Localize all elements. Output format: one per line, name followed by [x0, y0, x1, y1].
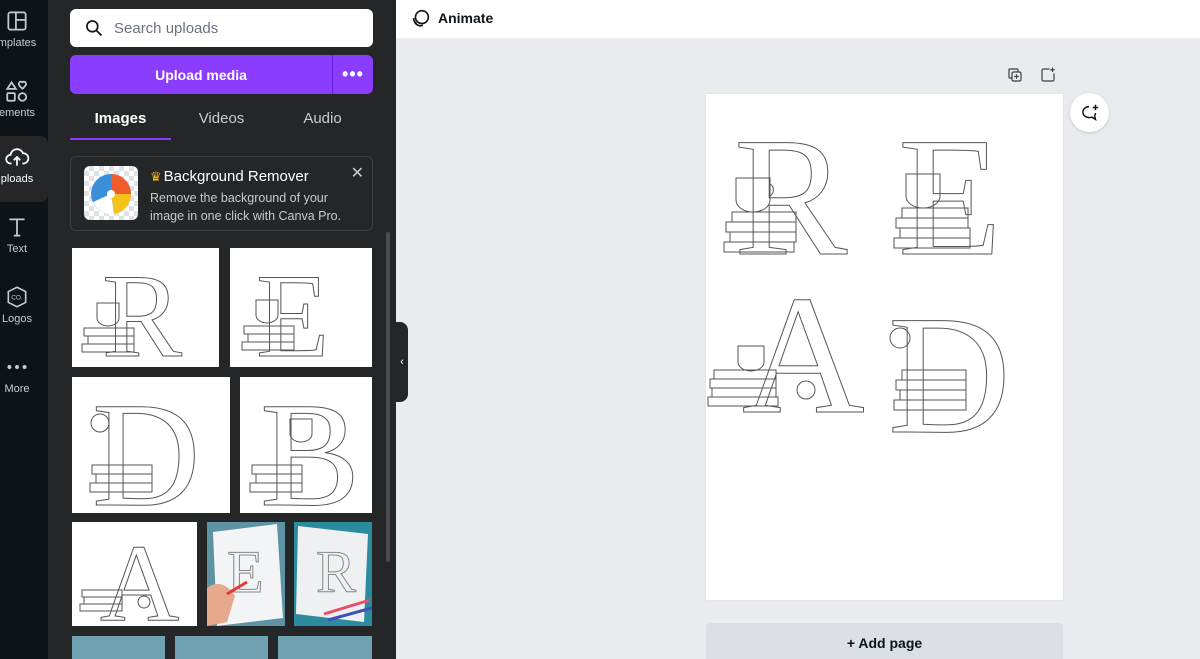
comment-add-icon	[1081, 104, 1098, 121]
logos-icon: CO.	[7, 286, 27, 308]
animate-button[interactable]: Animate	[410, 7, 493, 29]
search-input[interactable]: Search uploads	[70, 9, 373, 47]
editor-topbar: Animate	[396, 0, 1200, 38]
upload-photo-thumbnail[interactable]	[278, 636, 372, 659]
upload-thumbnail[interactable]: R	[72, 248, 219, 367]
rail-item-uploads[interactable]: ploads	[0, 136, 48, 202]
upload-button-group: Upload media •••	[70, 55, 373, 94]
panel-scrollbar[interactable]	[386, 232, 390, 562]
tab-images[interactable]: Images	[70, 104, 171, 140]
rail-label: ements	[0, 107, 36, 119]
design-page[interactable]: R E A D	[706, 94, 1063, 600]
rail-item-elements[interactable]: ements	[0, 70, 48, 136]
thumbnail-letter: R	[102, 249, 182, 367]
rail-item-logos[interactable]: CO. Logos	[0, 276, 48, 342]
search-icon	[86, 20, 103, 37]
text-icon	[9, 218, 25, 237]
thumbnail-letter: E	[256, 249, 329, 367]
thumbnail-letter: D	[92, 377, 200, 513]
uploads-icon	[5, 148, 30, 166]
promo-title: ♛ Background Remover	[150, 168, 309, 185]
elements-icon	[5, 80, 28, 102]
rail-label: More	[4, 383, 30, 395]
background-remover-promo[interactable]: ♛ Background Remover Remove the backgroun…	[70, 156, 373, 231]
add-comment-button[interactable]	[1070, 93, 1109, 132]
upload-photo-thumbnail[interactable]: E	[207, 522, 285, 626]
beach-ball-image	[84, 166, 138, 220]
templates-icon	[7, 11, 27, 31]
left-rail: mplates ements ploads Text CO. Logos Mor…	[0, 0, 48, 659]
upload-thumbnail[interactable]: D	[72, 377, 230, 513]
promo-text: Remove the background of your image in o…	[150, 191, 342, 223]
collapse-panel-button[interactable]: ‹	[396, 322, 408, 402]
rail-label: Logos	[2, 313, 32, 325]
uploads-panel: Search uploads Upload media ••• Images V…	[48, 0, 396, 659]
rail-item-templates[interactable]: mplates	[0, 0, 48, 66]
add-page-icon[interactable]	[1039, 66, 1057, 84]
thumbnail-letter: R	[316, 539, 356, 605]
duplicate-page-icon[interactable]	[1006, 66, 1024, 84]
tab-videos[interactable]: Videos	[171, 104, 272, 140]
thumbnail-letter: A	[100, 522, 179, 626]
upload-thumbnail[interactable]: A	[72, 522, 197, 626]
tab-audio[interactable]: Audio	[272, 104, 373, 140]
chevron-left-icon: ‹	[400, 356, 404, 368]
upload-photo-thumbnail[interactable]: R	[294, 522, 372, 626]
svg-text:CO.: CO.	[11, 295, 23, 302]
upload-more-button[interactable]: •••	[333, 55, 373, 94]
canvas-letter-d: D	[888, 281, 1011, 469]
media-tabs: Images Videos Audio	[70, 104, 373, 140]
upload-thumbnail[interactable]: E	[230, 248, 372, 367]
rail-item-text[interactable]: Text	[0, 206, 48, 272]
rail-item-more[interactable]: More	[0, 346, 48, 412]
upload-media-button[interactable]: Upload media	[70, 55, 333, 94]
crown-icon: ♛	[150, 169, 162, 184]
animate-icon	[412, 9, 430, 27]
animate-label: Animate	[438, 10, 494, 26]
upload-photo-thumbnail[interactable]	[72, 636, 165, 659]
rail-label: mplates	[0, 37, 37, 49]
more-icon	[7, 365, 27, 369]
canvas-letter-a: A	[742, 261, 865, 449]
search-placeholder: Search uploads	[114, 19, 219, 37]
canvas-letter-e: E	[898, 103, 1002, 291]
rail-label: ploads	[0, 173, 34, 185]
thumbnail-letter: B	[260, 377, 360, 513]
page-tools	[1006, 66, 1057, 84]
upload-photo-thumbnail[interactable]	[175, 636, 268, 659]
upload-thumbnail[interactable]: B	[240, 377, 372, 513]
add-page-button[interactable]: + Add page	[706, 623, 1063, 659]
rail-label: Text	[6, 243, 28, 255]
close-icon[interactable]: ✕	[351, 163, 364, 183]
